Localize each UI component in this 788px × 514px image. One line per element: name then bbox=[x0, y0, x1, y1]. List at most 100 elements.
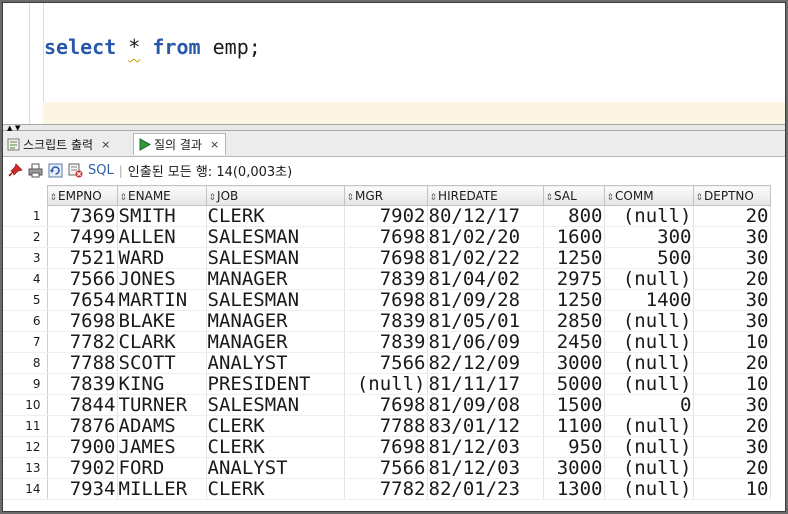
cell-sal[interactable]: 1300 bbox=[543, 478, 605, 500]
cell-mgr[interactable]: 7566 bbox=[344, 352, 428, 374]
cell-comm[interactable]: 500 bbox=[604, 247, 694, 269]
cell-sal[interactable]: 1250 bbox=[543, 247, 605, 269]
tab-query-result[interactable]: 질의 결과 × bbox=[133, 133, 227, 155]
close-icon[interactable]: × bbox=[101, 138, 110, 151]
column-header-hiredate[interactable]: ⇕HIREDATE bbox=[426, 185, 544, 206]
cell-hiredate[interactable]: 83/01/12 bbox=[427, 415, 544, 437]
cell-comm[interactable]: (null) bbox=[604, 415, 694, 437]
cell-hiredate[interactable]: 81/02/20 bbox=[427, 226, 544, 248]
cell-sal[interactable]: 950 bbox=[543, 436, 605, 458]
table-row[interactable]: 11 7876 ADAMS CLERK 7788 83/01/12 1100 (null) 20 bbox=[3, 415, 771, 437]
cell-hiredate[interactable]: 82/01/23 bbox=[427, 478, 544, 500]
cell-mgr[interactable]: 7902 bbox=[344, 205, 428, 227]
cell-comm[interactable]: (null) bbox=[604, 331, 694, 353]
sql-worksheet-editor[interactable]: select * from emp; bbox=[3, 3, 785, 127]
cell-empno[interactable]: 7782 bbox=[47, 331, 118, 353]
cell-deptno[interactable]: 20 bbox=[693, 457, 771, 479]
cell-job[interactable]: ANALYST bbox=[206, 352, 345, 374]
cell-deptno[interactable]: 10 bbox=[693, 331, 771, 353]
cell-empno[interactable]: 7934 bbox=[47, 478, 118, 500]
cell-mgr[interactable]: 7839 bbox=[344, 268, 428, 290]
table-row[interactable]: 2 7499 ALLEN SALESMAN 7698 81/02/20 1600 300 30 bbox=[3, 226, 771, 248]
column-header-empno[interactable]: ⇕EMPNO bbox=[46, 185, 118, 206]
cell-mgr[interactable]: 7698 bbox=[344, 226, 428, 248]
cell-ename[interactable]: JAMES bbox=[117, 436, 207, 458]
panel-splitter[interactable]: ▲ ▼ bbox=[3, 124, 785, 132]
table-row[interactable]: 6 7698 BLAKE MANAGER 7839 81/05/01 2850 (null) 3… bbox=[3, 310, 771, 332]
cancel-query-icon[interactable] bbox=[68, 163, 83, 178]
cell-job[interactable]: CLERK bbox=[206, 205, 345, 227]
tab-script-output[interactable]: 스크립트 출력 × bbox=[3, 133, 116, 155]
cell-deptno[interactable]: 20 bbox=[693, 268, 771, 290]
cell-job[interactable]: SALESMAN bbox=[206, 247, 345, 269]
cell-empno[interactable]: 7654 bbox=[47, 289, 118, 311]
cell-hiredate[interactable]: 81/11/17 bbox=[427, 373, 544, 395]
table-row[interactable]: 8 7788 SCOTT ANALYST 7566 82/12/09 3000 (null) 2… bbox=[3, 352, 771, 374]
cell-ename[interactable]: CLARK bbox=[117, 331, 207, 353]
cell-empno[interactable]: 7788 bbox=[47, 352, 118, 374]
column-header-deptno[interactable]: ⇕DEPTNO bbox=[692, 185, 771, 206]
column-header-job[interactable]: ⇕JOB bbox=[205, 185, 345, 206]
cell-job[interactable]: MANAGER bbox=[206, 268, 345, 290]
print-icon[interactable] bbox=[28, 163, 43, 178]
cell-job[interactable]: PRESIDENT bbox=[206, 373, 345, 395]
cell-ename[interactable]: TURNER bbox=[117, 394, 207, 416]
cell-comm[interactable]: (null) bbox=[604, 478, 694, 500]
cell-mgr[interactable]: 7839 bbox=[344, 331, 428, 353]
cell-mgr[interactable]: (null) bbox=[344, 373, 428, 395]
cell-hiredate[interactable]: 82/12/09 bbox=[427, 352, 544, 374]
cell-ename[interactable]: SCOTT bbox=[117, 352, 207, 374]
cell-sal[interactable]: 5000 bbox=[543, 373, 605, 395]
column-header-sal[interactable]: ⇕SAL bbox=[542, 185, 605, 206]
cell-comm[interactable]: (null) bbox=[604, 457, 694, 479]
cell-mgr[interactable]: 7698 bbox=[344, 247, 428, 269]
cell-job[interactable]: SALESMAN bbox=[206, 394, 345, 416]
cell-ename[interactable]: BLAKE bbox=[117, 310, 207, 332]
cell-sal[interactable]: 2975 bbox=[543, 268, 605, 290]
cell-empno[interactable]: 7902 bbox=[47, 457, 118, 479]
query-result-grid[interactable]: ⇕EMPNO ⇕ENAME ⇕JOB ⇕MGR ⇕HIREDATE ⇕SAL ⇕… bbox=[3, 185, 785, 511]
cell-job[interactable]: SALESMAN bbox=[206, 289, 345, 311]
sql-link[interactable]: SQL bbox=[88, 163, 114, 178]
cell-hiredate[interactable]: 81/09/28 bbox=[427, 289, 544, 311]
cell-mgr[interactable]: 7698 bbox=[344, 289, 428, 311]
cell-sal[interactable]: 3000 bbox=[543, 457, 605, 479]
cell-comm[interactable]: (null) bbox=[604, 352, 694, 374]
column-header-ename[interactable]: ⇕ENAME bbox=[116, 185, 207, 206]
cell-ename[interactable]: JONES bbox=[117, 268, 207, 290]
cell-deptno[interactable]: 30 bbox=[693, 226, 771, 248]
cell-job[interactable]: CLERK bbox=[206, 478, 345, 500]
table-row[interactable]: 5 7654 MARTIN SALESMAN 7698 81/09/28 1250 1400 3… bbox=[3, 289, 771, 311]
cell-mgr[interactable]: 7566 bbox=[344, 457, 428, 479]
cell-hiredate[interactable]: 81/04/02 bbox=[427, 268, 544, 290]
cell-empno[interactable]: 7876 bbox=[47, 415, 118, 437]
cell-deptno[interactable]: 20 bbox=[693, 352, 771, 374]
cell-deptno[interactable]: 30 bbox=[693, 247, 771, 269]
cell-hiredate[interactable]: 80/12/17 bbox=[427, 205, 544, 227]
table-row[interactable]: 12 7900 JAMES CLERK 7698 81/12/03 950 (null) 30 bbox=[3, 436, 771, 458]
column-header-mgr[interactable]: ⇕MGR bbox=[343, 185, 428, 206]
cell-sal[interactable]: 3000 bbox=[543, 352, 605, 374]
cell-hiredate[interactable]: 81/12/03 bbox=[427, 436, 544, 458]
cell-sal[interactable]: 2850 bbox=[543, 310, 605, 332]
cell-mgr[interactable]: 7698 bbox=[344, 394, 428, 416]
cell-ename[interactable]: ALLEN bbox=[117, 226, 207, 248]
table-row[interactable]: 14 7934 MILLER CLERK 7782 82/01/23 1300 (null) 1… bbox=[3, 478, 771, 500]
cell-empno[interactable]: 7521 bbox=[47, 247, 118, 269]
cell-comm[interactable]: 1400 bbox=[604, 289, 694, 311]
cell-job[interactable]: SALESMAN bbox=[206, 226, 345, 248]
cell-deptno[interactable]: 30 bbox=[693, 394, 771, 416]
cell-ename[interactable]: FORD bbox=[117, 457, 207, 479]
cell-comm[interactable]: 300 bbox=[604, 226, 694, 248]
cell-empno[interactable]: 7844 bbox=[47, 394, 118, 416]
table-row[interactable]: 3 7521 WARD SALESMAN 7698 81/02/22 1250 500 30 bbox=[3, 247, 771, 269]
column-header-comm[interactable]: ⇕COMM bbox=[603, 185, 694, 206]
cell-comm[interactable]: (null) bbox=[604, 436, 694, 458]
cell-empno[interactable]: 7900 bbox=[47, 436, 118, 458]
cell-hiredate[interactable]: 81/12/03 bbox=[427, 457, 544, 479]
cell-empno[interactable]: 7369 bbox=[47, 205, 118, 227]
pin-icon[interactable] bbox=[8, 163, 23, 178]
cell-sal[interactable]: 1500 bbox=[543, 394, 605, 416]
cell-job[interactable]: MANAGER bbox=[206, 310, 345, 332]
cell-comm[interactable]: (null) bbox=[604, 268, 694, 290]
